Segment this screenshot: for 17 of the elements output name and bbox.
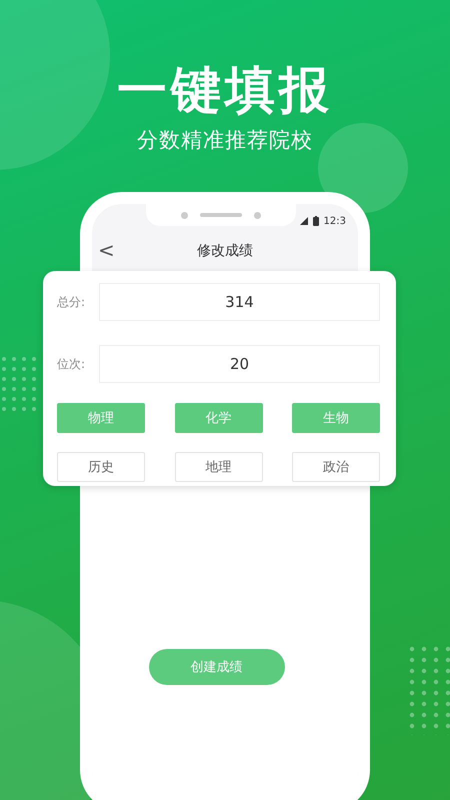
subject-button[interactable]: 政治 [292, 452, 380, 482]
status-time: 12:3 [324, 216, 346, 226]
subtitle: 分数精准推荐院校 [137, 127, 313, 154]
headline: 一键填报 [117, 60, 333, 121]
signal-icon [300, 217, 308, 225]
input-field[interactable]: 314 [99, 283, 380, 321]
camera-dot [254, 212, 261, 218]
camera-dot [181, 212, 188, 218]
screen-title: 修改成绩 [197, 242, 253, 260]
battery-icon [312, 216, 319, 226]
field-label: 位次: [57, 356, 86, 372]
speaker-slot [200, 213, 242, 217]
back-button[interactable]: < [94, 238, 119, 262]
subject-button[interactable]: 地理 [174, 452, 262, 482]
input-field[interactable]: 20 [99, 345, 380, 383]
subject-button[interactable]: 历史 [57, 452, 145, 482]
field-label: 总分: [57, 294, 86, 310]
